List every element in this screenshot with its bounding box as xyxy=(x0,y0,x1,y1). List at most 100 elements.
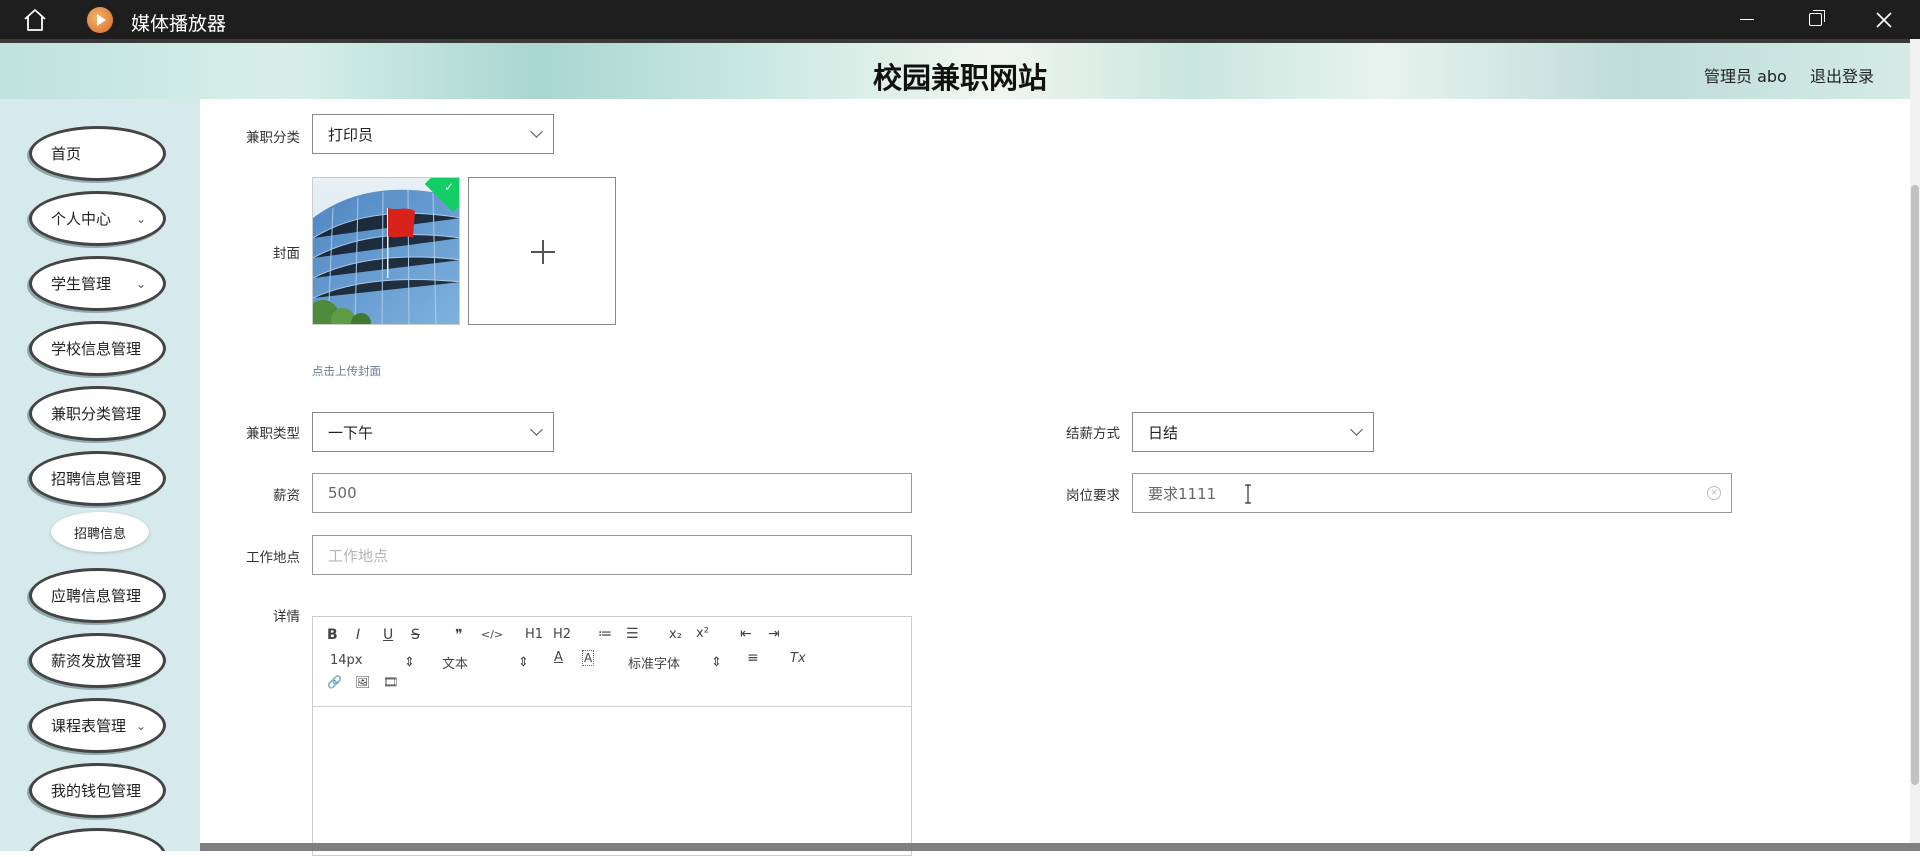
bold-icon[interactable]: B xyxy=(327,627,338,643)
indent-icon[interactable]: ⇥ xyxy=(768,626,780,642)
font-family-select[interactable]: 标准字体 xyxy=(628,653,680,672)
paragraph-value: 文本 xyxy=(442,657,469,672)
main-form: 兼职分类 打印员 封面 ✓ 点击上传封面 兼职类型 一下午 结薪方式 日结 薪资… xyxy=(200,99,1910,856)
chevron-down-icon xyxy=(1350,423,1363,436)
sidebar-item-salary-management[interactable]: 薪资发放管理 xyxy=(29,633,166,688)
clear-format-icon[interactable]: Tx xyxy=(790,651,806,666)
sidebar-item-label: 我的钱包管理 xyxy=(51,782,142,800)
restore-icon xyxy=(1808,10,1825,26)
blockquote-icon[interactable]: ❞ xyxy=(455,627,463,643)
category-value: 打印员 xyxy=(328,125,374,144)
admin-user-label: 管理员 abo xyxy=(1704,67,1787,86)
sidebar: 首页 个人中心 ⌄ 学生管理 ⌄ 学校信息管理 兼职分类管理 招聘信息管理 招聘… xyxy=(0,99,200,851)
sidebar-item-home[interactable]: 首页 xyxy=(29,126,166,181)
heading1-icon[interactable]: H1 xyxy=(525,627,543,642)
code-icon[interactable]: </> xyxy=(481,628,503,641)
bullet-list-icon[interactable]: ☰ xyxy=(626,626,639,642)
font-size-select[interactable]: 14px xyxy=(330,653,363,668)
settlement-select[interactable]: 日结 xyxy=(1132,412,1374,452)
sidebar-item-label: 兼职分类管理 xyxy=(51,405,142,423)
sidebar-item-personal-center[interactable]: 个人中心 ⌄ xyxy=(29,191,166,246)
image-icon[interactable]: 🖼 xyxy=(355,675,370,689)
rich-text-editor: B I U S ❞ </> H1 H2 ≔ ☰ x₂ x² ⇤ ⇥ 14px ⇕… xyxy=(312,616,912,856)
job-type-label: 兼职类型 xyxy=(246,426,300,442)
strikethrough-icon[interactable]: S xyxy=(411,627,420,643)
salary-label: 薪资 xyxy=(273,488,300,504)
italic-icon[interactable]: I xyxy=(356,627,360,643)
video-icon[interactable]: 🎞 xyxy=(383,675,398,689)
category-select[interactable]: 打印员 xyxy=(312,114,554,154)
building-flag-image xyxy=(313,178,459,324)
sidebar-item-timetable-management[interactable]: 课程表管理 ⌄ xyxy=(29,698,166,753)
requirement-input[interactable]: 要求1111 × xyxy=(1132,473,1732,513)
sidebar-item-label: 招聘信息管理 xyxy=(51,470,142,488)
chevron-down-icon xyxy=(530,125,543,138)
maximize-button[interactable] xyxy=(1785,0,1845,39)
heading2-icon[interactable]: H2 xyxy=(553,627,571,642)
link-icon[interactable]: 🔗 xyxy=(327,675,342,689)
sidebar-item-category-management[interactable]: 兼职分类管理 xyxy=(29,386,166,441)
up-down-arrow-icon: ⇕ xyxy=(711,655,722,670)
up-down-arrow-icon: ⇕ xyxy=(518,655,529,670)
site-header: 校园兼职网站 管理员 abo 退出登录 xyxy=(0,39,1920,99)
close-icon xyxy=(1876,11,1892,28)
requirement-value: 要求1111 xyxy=(1148,484,1217,503)
logout-link[interactable]: 退出登录 xyxy=(1810,63,1874,87)
location-label: 工作地点 xyxy=(246,550,300,566)
window-title: 媒体播放器 xyxy=(131,13,227,35)
chevron-down-icon xyxy=(530,423,543,436)
editor-toolbar: B I U S ❞ </> H1 H2 ≔ ☰ x₂ x² ⇤ ⇥ 14px ⇕… xyxy=(313,617,911,707)
background-color-icon[interactable]: A xyxy=(582,650,595,666)
home-icon[interactable] xyxy=(22,7,48,33)
font-color-icon[interactable]: A xyxy=(554,650,563,665)
check-icon: ✓ xyxy=(443,180,454,194)
subscript-icon[interactable]: x₂ xyxy=(669,627,682,642)
upload-cover-button[interactable] xyxy=(468,177,616,325)
text-cursor-icon xyxy=(1245,484,1251,504)
media-player-app-icon xyxy=(87,7,113,33)
sidebar-item-application-management[interactable]: 应聘信息管理 xyxy=(29,568,166,623)
sidebar-item-label: 薪资发放管理 xyxy=(51,652,142,670)
requirement-label: 岗位要求 xyxy=(1066,488,1120,504)
sidebar-item-label: 学校信息管理 xyxy=(51,340,142,358)
sidebar-item-label: 应聘信息管理 xyxy=(51,587,142,605)
sidebar-item-label: 个人中心 xyxy=(51,210,112,228)
superscript-icon[interactable]: x² xyxy=(696,626,709,641)
location-placeholder: 工作地点 xyxy=(328,546,389,565)
category-label: 兼职分类 xyxy=(246,130,300,146)
page-scrollbar-thumb[interactable] xyxy=(1911,185,1919,785)
cover-label: 封面 xyxy=(273,246,300,262)
job-type-select[interactable]: 一下午 xyxy=(312,412,554,452)
sidebar-subitem-recruitment-info[interactable]: 招聘信息 xyxy=(51,512,149,552)
ordered-list-icon[interactable]: ≔ xyxy=(598,626,612,642)
job-type-value: 一下午 xyxy=(328,423,374,442)
sidebar-item-partial[interactable] xyxy=(29,828,166,851)
cover-image-thumbnail[interactable]: ✓ xyxy=(312,177,460,325)
sidebar-item-recruitment-management[interactable]: 招聘信息管理 xyxy=(29,451,166,506)
settlement-label: 结薪方式 xyxy=(1066,426,1120,442)
underline-icon[interactable]: U xyxy=(383,627,393,643)
minimize-icon xyxy=(1740,18,1754,21)
bottom-bar xyxy=(200,843,1920,851)
font-size-value: 14px xyxy=(330,653,363,668)
sidebar-item-school-info[interactable]: 学校信息管理 xyxy=(29,321,166,376)
sidebar-item-label: 首页 xyxy=(51,145,82,163)
cover-upload-hint: 点击上传封面 xyxy=(312,364,381,378)
chevron-down-icon: ⌄ xyxy=(135,212,146,226)
align-icon[interactable]: ≡ xyxy=(747,650,759,666)
close-button[interactable] xyxy=(1854,0,1914,39)
sidebar-item-wallet-management[interactable]: 我的钱包管理 xyxy=(29,763,166,818)
settlement-value: 日结 xyxy=(1148,423,1179,442)
chevron-down-icon: ⌄ xyxy=(135,719,146,733)
location-input[interactable]: 工作地点 xyxy=(312,535,912,575)
paragraph-select[interactable]: 文本 xyxy=(442,653,468,672)
sidebar-item-student-management[interactable]: 学生管理 ⌄ xyxy=(29,256,166,311)
outdent-icon[interactable]: ⇤ xyxy=(740,626,752,642)
salary-input[interactable]: 500 xyxy=(312,473,912,513)
editor-content-area[interactable] xyxy=(313,707,911,857)
salary-value: 500 xyxy=(328,484,357,502)
clear-icon[interactable]: × xyxy=(1707,486,1721,500)
window-titlebar: 媒体播放器 xyxy=(0,0,1920,39)
font-family-value: 标准字体 xyxy=(628,657,681,672)
minimize-button[interactable] xyxy=(1717,0,1777,39)
